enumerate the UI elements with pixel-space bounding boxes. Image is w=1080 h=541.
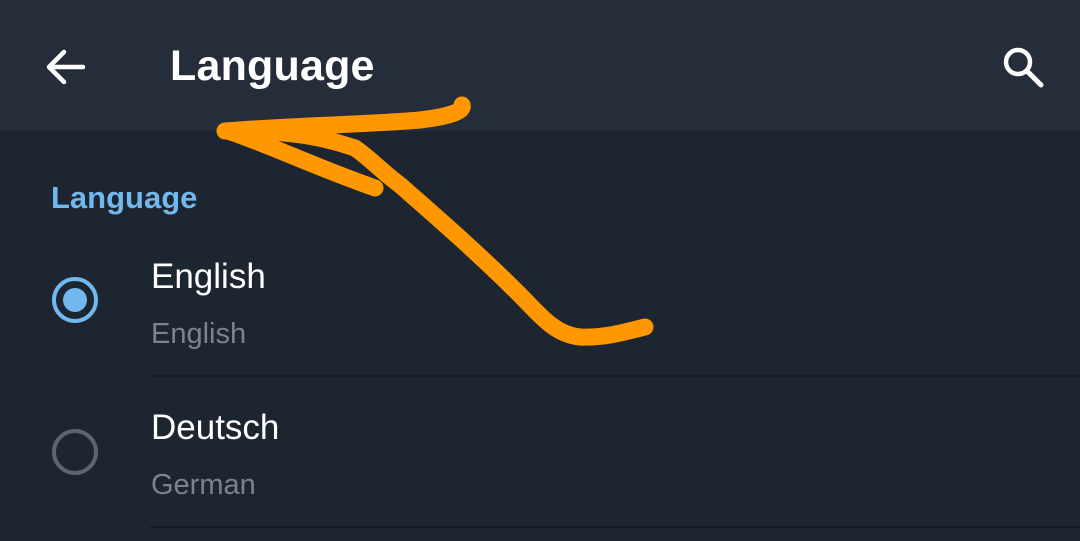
arrow-left-icon (46, 49, 85, 85)
section-header: Language (51, 180, 198, 215)
screen: Language Language English English Deutsc… (0, 0, 1080, 541)
language-name: English (151, 257, 266, 296)
language-name: Deutsch (151, 408, 280, 447)
search-icon (1003, 47, 1044, 88)
back-button[interactable] (30, 32, 100, 102)
language-option-deutsch[interactable]: Deutsch German (0, 377, 1080, 527)
page-title: Language (170, 42, 375, 90)
search-button[interactable] (988, 32, 1058, 102)
language-subtitle: German (151, 469, 256, 501)
language-subtitle: English (151, 318, 247, 350)
app-bar: Language (0, 0, 1080, 131)
language-option-english[interactable]: English English (0, 226, 1080, 376)
divider (150, 526, 1080, 528)
radio-checked[interactable] (52, 277, 98, 323)
radio-unchecked[interactable] (52, 429, 98, 475)
